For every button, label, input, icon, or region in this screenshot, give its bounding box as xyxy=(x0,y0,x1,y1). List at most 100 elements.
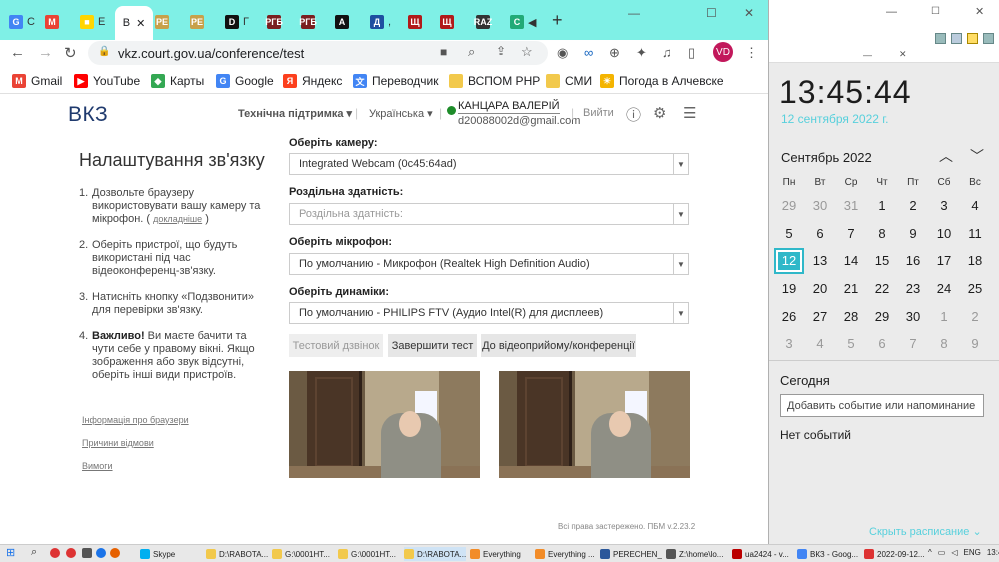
calendar-day[interactable]: 29 xyxy=(774,193,804,219)
calendar-day[interactable]: 29 xyxy=(867,304,897,330)
taskbar-item[interactable]: ua2424 - v... xyxy=(732,547,794,561)
calendar-day[interactable]: 2 xyxy=(960,304,990,330)
tab[interactable]: Д, xyxy=(370,8,391,36)
extension-color-icon[interactable]: ◉ xyxy=(557,45,568,61)
close-icon[interactable]: ✕ xyxy=(136,17,145,30)
new-tab-button[interactable]: + xyxy=(552,10,563,31)
close-window-icon[interactable]: ✕ xyxy=(975,5,984,18)
calendar-day[interactable]: 20 xyxy=(805,276,835,302)
speakers-select[interactable]: По умолчанию - PHILIPS FTV (Аудио Intel(… xyxy=(289,302,689,324)
taskbar-item[interactable]: D:\RABOTA... xyxy=(206,547,268,561)
puzzle-icon[interactable]: ✦ xyxy=(636,45,647,61)
refusal-reasons-link[interactable]: Причини відмови xyxy=(82,438,154,448)
chevron-down-icon[interactable]: ﹀ xyxy=(970,146,984,166)
support-menu[interactable]: Технічна підтримка ▾ xyxy=(238,107,352,120)
lock-icon[interactable]: 🔒 xyxy=(98,46,110,57)
end-test-button[interactable]: Завершити тест xyxy=(388,334,477,357)
calendar-day[interactable]: 10 xyxy=(929,221,959,247)
taskbar-item[interactable]: 2022-09-12... xyxy=(864,547,926,561)
bookmark-item[interactable]: M Gmail xyxy=(12,74,62,88)
calendar-day[interactable]: 17 xyxy=(929,248,959,274)
calendar-day[interactable]: 13 xyxy=(805,248,835,274)
app-icon[interactable] xyxy=(82,548,92,558)
microphone-select[interactable]: По умолчанию - Микрофон (Realtek High De… xyxy=(289,253,689,275)
network-icon[interactable]: ▭ xyxy=(938,548,946,557)
calendar-day[interactable]: 23 xyxy=(898,276,928,302)
tab[interactable]: Щ xyxy=(408,8,422,36)
tab[interactable]: A xyxy=(335,8,349,36)
chevron-down-icon[interactable]: ▼ xyxy=(673,303,688,323)
calendar-day-today[interactable]: 12 xyxy=(774,248,804,274)
info-icon[interactable]: ⓘ xyxy=(626,104,641,125)
tab[interactable]: RAZ xyxy=(474,8,492,36)
details-link[interactable]: докладніше xyxy=(153,214,202,224)
calendar-day[interactable]: 27 xyxy=(805,304,835,330)
bookmark-item[interactable]: СМИ xyxy=(546,74,592,88)
menu-icon[interactable]: ⋮ xyxy=(745,45,758,61)
calendar-day[interactable]: 22 xyxy=(867,276,897,302)
calendar-day[interactable]: 4 xyxy=(960,193,990,219)
bookmark-item[interactable]: ВСПОМ PHP xyxy=(449,74,540,88)
month-label[interactable]: Сентябрь 2022 xyxy=(781,150,872,165)
reload-icon[interactable]: ↻ xyxy=(64,44,77,62)
opera-icon[interactable] xyxy=(50,548,60,558)
close-window-icon[interactable]: ✕ xyxy=(899,49,907,60)
calendar-day[interactable]: 8 xyxy=(929,331,959,357)
calendar-day[interactable]: 31 xyxy=(836,193,866,219)
chevron-down-icon[interactable]: ▼ xyxy=(673,254,688,274)
test-call-button[interactable]: Тестовий дзвінок xyxy=(289,334,383,357)
bookmark-item[interactable]: ▶ YouTube xyxy=(74,74,140,88)
address-bar[interactable]: 🔒 vkz.court.gov.ua/conference/test ■ ⌕ ⇪… xyxy=(88,41,548,65)
language-menu[interactable]: Українська ▾ xyxy=(369,107,433,120)
bookmark-item[interactable]: ◆ Карты xyxy=(151,74,204,88)
logout-link[interactable]: Вийти xyxy=(583,107,614,119)
tab[interactable]: РЕ xyxy=(190,8,204,36)
toolbar-icon[interactable] xyxy=(983,33,994,44)
windows-start-icon[interactable]: ⊞ xyxy=(6,546,15,559)
calendar-day[interactable]: 3 xyxy=(929,193,959,219)
tab[interactable]: С ◀ xyxy=(510,8,536,36)
taskbar-item[interactable]: ВКЗ - Goog... xyxy=(797,547,859,561)
taskbar-item[interactable]: Everything xyxy=(470,547,532,561)
calendar-day[interactable]: 24 xyxy=(929,276,959,302)
maximize-icon[interactable]: ☐ xyxy=(706,6,717,20)
firefox-icon[interactable] xyxy=(110,548,120,558)
side-panel-icon[interactable]: ▯ xyxy=(688,45,695,61)
calendar-day[interactable]: 28 xyxy=(836,304,866,330)
hamburger-menu-icon[interactable]: ☰ xyxy=(683,104,696,122)
taskbar-item[interactable]: G:\0001HT... xyxy=(272,547,334,561)
chevron-down-icon[interactable]: ▼ xyxy=(673,154,688,174)
calendar-day[interactable]: 30 xyxy=(898,304,928,330)
calendar-day[interactable]: 16 xyxy=(898,248,928,274)
calendar-day[interactable]: 25 xyxy=(960,276,990,302)
minimize-icon[interactable]: — xyxy=(628,6,640,20)
url-text[interactable]: vkz.court.gov.ua/conference/test xyxy=(118,46,304,61)
media-icon[interactable]: ♫ xyxy=(662,45,672,60)
calendar-day[interactable]: 19 xyxy=(774,276,804,302)
toolbar-icon[interactable] xyxy=(935,33,946,44)
calendar-day[interactable]: 1 xyxy=(867,193,897,219)
share-icon[interactable]: ⇪ xyxy=(496,44,506,58)
opera-icon[interactable] xyxy=(66,548,76,558)
tab[interactable]: GС xyxy=(9,8,35,36)
maximize-icon[interactable]: ☐ xyxy=(931,6,940,17)
taskbar-item[interactable]: G:\0001HT... xyxy=(338,547,400,561)
go-to-conference-button[interactable]: До відеоприйому/конференції xyxy=(481,334,636,357)
camera-icon[interactable]: ■ xyxy=(440,45,447,59)
bookmark-item[interactable]: G Google xyxy=(216,74,274,88)
tab[interactable]: Щ xyxy=(440,8,454,36)
taskbar-item[interactable]: Everything ... xyxy=(535,547,597,561)
calendar-day[interactable]: 1 xyxy=(929,304,959,330)
calendar-day[interactable]: 4 xyxy=(805,331,835,357)
back-icon[interactable]: ← xyxy=(10,44,25,61)
taskbar-item[interactable]: Z:\home\lo... xyxy=(666,547,728,561)
language-indicator[interactable]: ENG xyxy=(963,548,980,557)
camera-select[interactable]: Integrated Webcam (0c45:64ad) ▼ xyxy=(289,153,689,175)
calendar-day[interactable]: 26 xyxy=(774,304,804,330)
calendar-day[interactable]: 30 xyxy=(805,193,835,219)
taskbar-item[interactable]: PERECHEN_... xyxy=(600,547,662,561)
calendar-day[interactable]: 5 xyxy=(836,331,866,357)
tab[interactable]: РГБ xyxy=(299,8,317,36)
resolution-select[interactable]: Роздільна здатність: ▼ xyxy=(289,203,689,225)
minimize-icon[interactable]: — xyxy=(886,6,897,18)
